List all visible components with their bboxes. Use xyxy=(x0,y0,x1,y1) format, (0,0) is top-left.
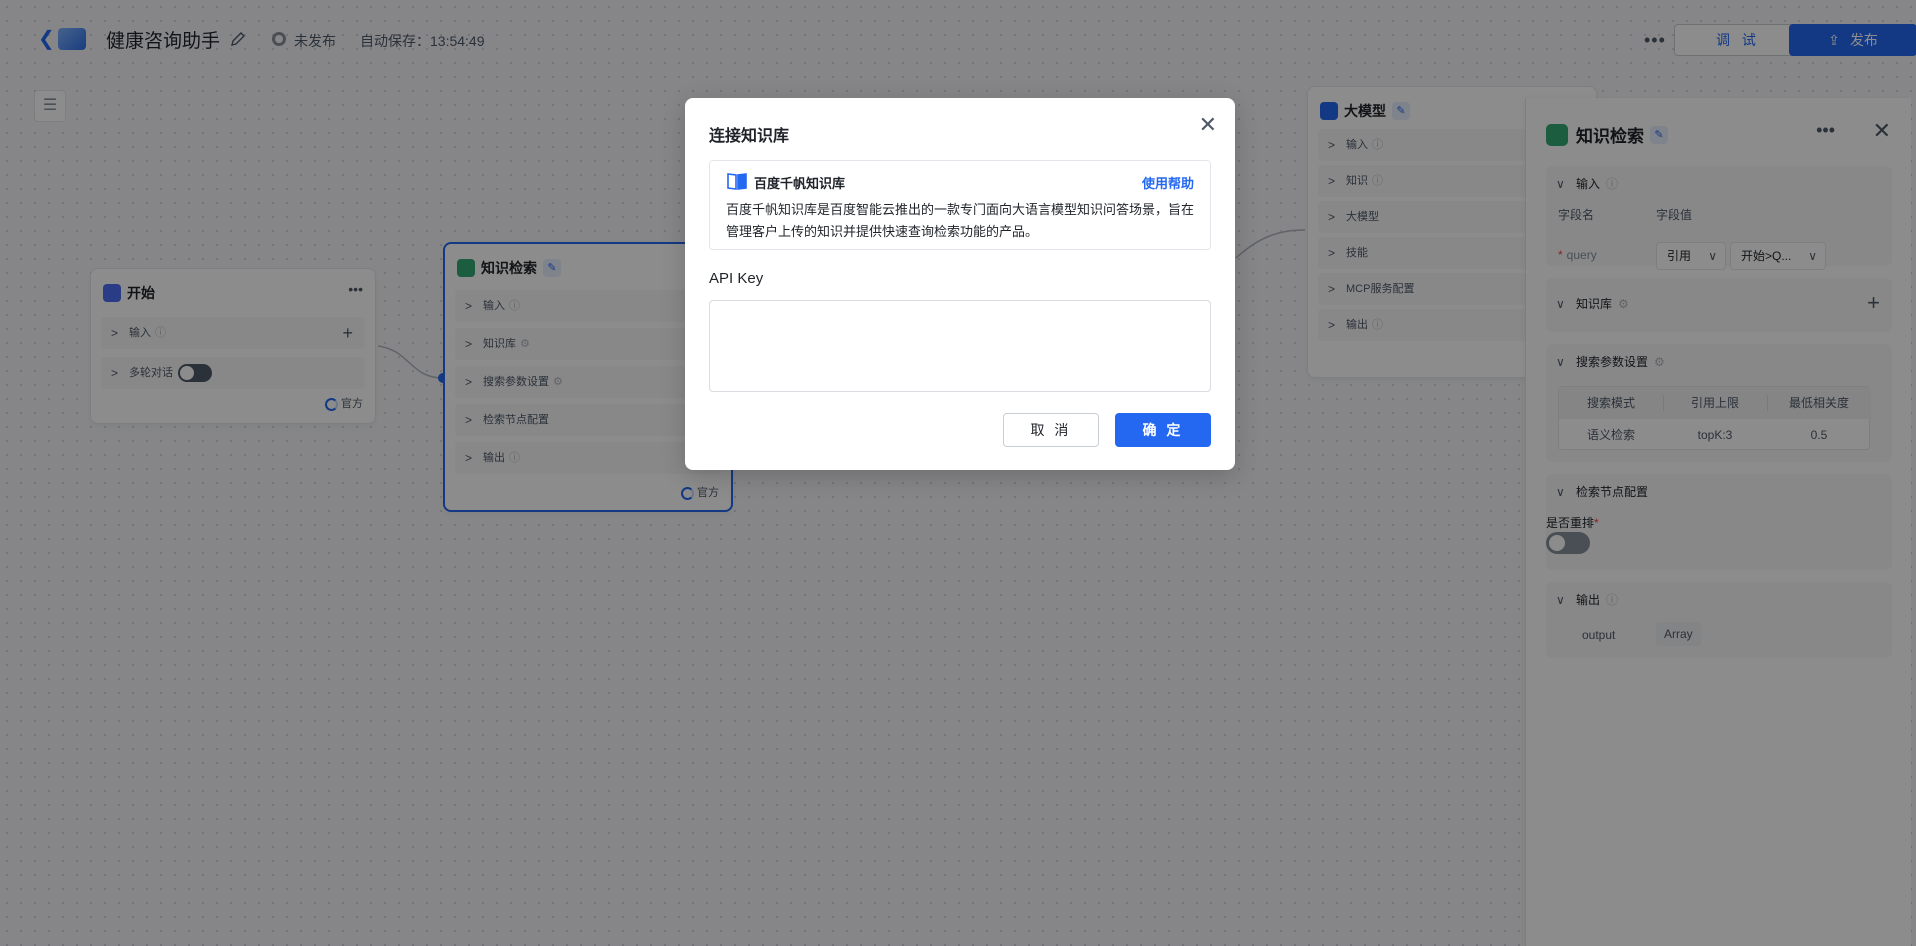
dialog-title: 连接知识库 xyxy=(709,128,790,145)
kb-provider-name: 百度千帆知识库 xyxy=(754,176,846,191)
cancel-button[interactable]: 取 消 xyxy=(1003,413,1099,447)
book-icon xyxy=(727,173,747,190)
api-key-input[interactable] xyxy=(709,300,1211,392)
connect-kb-dialog: 连接知识库 ✕ 百度千帆知识库 使用帮助 百度千帆知识库是百度智能云推出的一款专… xyxy=(685,98,1235,470)
api-key-label: API Key xyxy=(709,270,764,287)
kb-description: 百度千帆知识库是百度智能云推出的一款专门面向大语言模型知识问答场景，旨在管理客户… xyxy=(726,202,1195,239)
dialog-close-icon[interactable]: ✕ xyxy=(1199,112,1217,138)
confirm-button[interactable]: 确 定 xyxy=(1115,413,1211,447)
help-link[interactable]: 使用帮助 xyxy=(1142,173,1194,192)
kb-provider-card: 百度千帆知识库 使用帮助 百度千帆知识库是百度智能云推出的一款专门面向大语言模型… xyxy=(709,160,1211,250)
